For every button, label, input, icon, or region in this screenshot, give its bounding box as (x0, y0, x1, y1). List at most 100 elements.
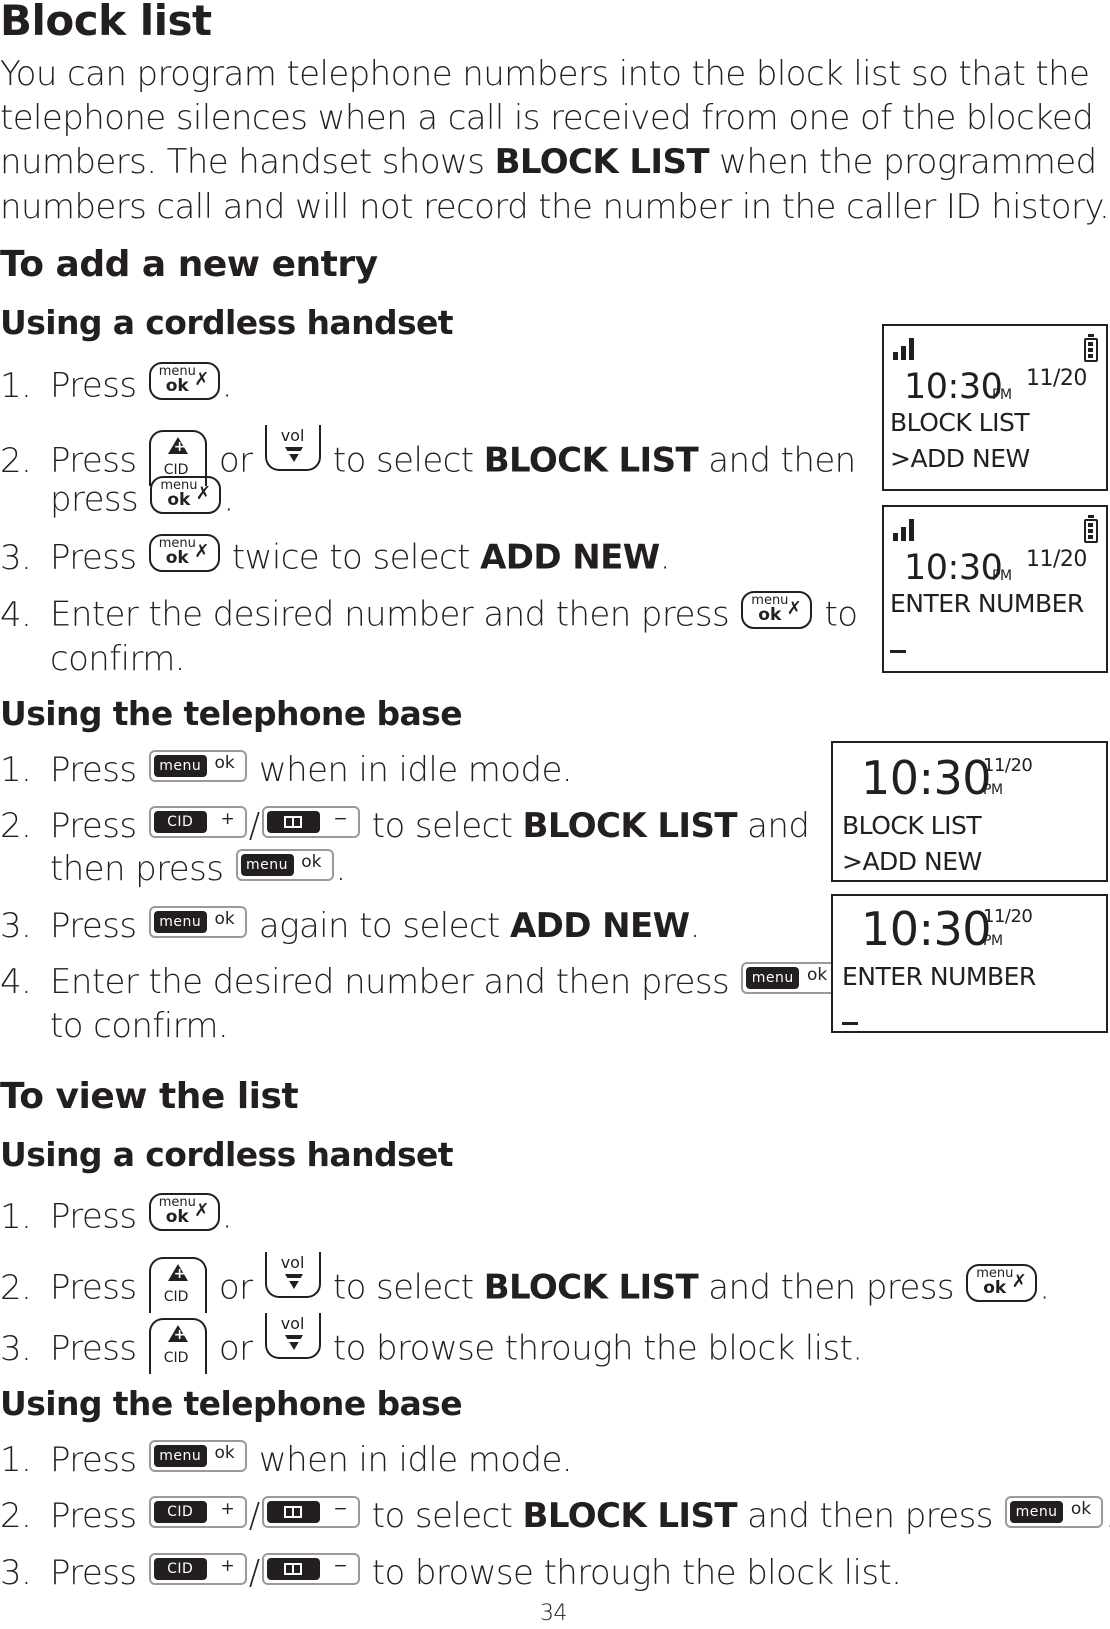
mute-icon: ✗ (194, 1200, 209, 1221)
vol-down-key-icon: vol (264, 425, 321, 471)
key-label: − (333, 1555, 348, 1576)
key-label: ok (301, 851, 322, 872)
add-base-step-4-cont: to confirm. (50, 1006, 229, 1046)
display-line-2: >ADD NEW (890, 444, 1030, 473)
intro-line-3: numbers. The handset shows BLOCK LIST wh… (0, 145, 1097, 179)
base-cid-plus-key-icon: CID + (148, 805, 247, 838)
step-number: 1. (0, 750, 32, 790)
step-text: Press (50, 1496, 147, 1536)
step-text: . (335, 849, 347, 889)
key-label: vol (280, 426, 305, 445)
step-text: or (208, 440, 263, 481)
step-number: 3. (0, 1328, 32, 1369)
step-text: . (221, 1196, 233, 1237)
key-label: ok (214, 1442, 235, 1463)
vol-down-key-icon: vol (264, 1313, 321, 1359)
base-menu-ok-key-icon: menu ok (148, 1439, 247, 1472)
key-label: menu (746, 966, 800, 989)
step-text: Press (50, 1196, 147, 1237)
step-number: 1. (0, 1196, 32, 1237)
step-text: / (248, 1496, 260, 1536)
step-text: or (208, 1328, 263, 1369)
page-title: Block list (0, 0, 212, 45)
key-label: vol (280, 1253, 305, 1272)
add-handset-step-1: 1. Press menu ok ✗. (0, 362, 233, 406)
step-number: 4. (0, 962, 32, 1002)
step-text: Enter the desired number and then press (50, 594, 740, 635)
intro-text: when the programmed (708, 142, 1097, 182)
display-date: 11/20 (1026, 547, 1087, 572)
menu-ok-key-icon: menu ok ✗ (148, 362, 220, 400)
battery-icon (1084, 334, 1098, 362)
step-text: Press (50, 537, 147, 578)
add-base-step-3: 3. Press menu ok again to select ADD NEW. (0, 905, 700, 946)
phonebook-icon (266, 810, 320, 833)
step-text: / (248, 1553, 260, 1593)
input-cursor (842, 1022, 858, 1025)
base-menu-ok-key-icon: menu ok (148, 749, 247, 782)
add-handset-step-4: 4. Enter the desired number and then pres… (0, 591, 858, 635)
step-text: twice to select (221, 537, 481, 578)
step-text: press (50, 479, 149, 520)
step-text: Press (50, 1328, 147, 1369)
step-text: when in idle mode. (248, 750, 573, 790)
step-bold: ADD NEW (509, 906, 690, 946)
add-handset-step-3: 3. Press menu ok ✗ twice to select ADD NEW. (0, 534, 671, 578)
display-line-1: ENTER NUMBER (890, 589, 1084, 618)
view-base-step-1: 1. Press menu ok when in idle mode. (0, 1439, 573, 1480)
step-text: to select (322, 440, 484, 481)
base-display-enter-number: 10:30 11/20 PM ENTER NUMBER (831, 894, 1108, 1033)
view-handset-step-2: 2. Press + CID or vol to select BLOCK LIST… (0, 1252, 1050, 1317)
key-label: menu (153, 1444, 207, 1467)
display-time: 10:30 (861, 751, 992, 805)
add-handset-step-4-cont: confirm. (50, 639, 186, 679)
step-bold: BLOCK LIST (522, 1496, 738, 1536)
display-ampm: PM (992, 568, 1012, 584)
base-menu-ok-key-icon: menu ok (148, 905, 247, 938)
display-date: 11/20 (983, 906, 1033, 927)
step-text: / (248, 806, 260, 846)
add-base-step-2-cont: then press menu ok. (0, 848, 347, 889)
add-base-step-1: 1. Press menu ok when in idle mode. (0, 749, 573, 790)
view-list-heading: To view the list (0, 1076, 299, 1117)
cid-up-key-icon: + CID (148, 1318, 207, 1374)
step-number: 3. (0, 906, 32, 946)
key-label: ok (165, 548, 189, 568)
step-bold: BLOCK LIST (483, 440, 699, 481)
display-ampm: PM (983, 782, 1003, 798)
key-label: CID (153, 1500, 207, 1523)
plus-glyph: + (173, 1327, 186, 1343)
step-text: then press (50, 849, 234, 889)
phonebook-icon (266, 1500, 320, 1523)
step-text: and then press (698, 1267, 965, 1308)
signal-icon (893, 338, 914, 360)
battery-icon (1084, 515, 1098, 543)
mute-icon: ✗ (786, 598, 802, 619)
key-label: − (333, 1498, 348, 1519)
plus-glyph: + (173, 439, 186, 455)
intro-line-1: You can program telephone numbers into t… (0, 54, 1090, 94)
step-text: . (659, 537, 671, 578)
key-label: ok (165, 376, 189, 396)
view-base-heading: Using the telephone base (0, 1384, 463, 1423)
display-line-1: BLOCK LIST (890, 408, 1030, 437)
input-cursor (890, 650, 906, 653)
view-base-step-3: 3. Press CID + / − to browse through the blo… (0, 1552, 902, 1593)
add-base-step-2: 2. Press CID + / − to select BLOCK LIST and (0, 805, 810, 846)
step-text: to select (361, 806, 523, 846)
view-handset-heading: Using a cordless handset (0, 1135, 454, 1174)
display-date: 11/20 (1026, 366, 1087, 391)
page-number: 34 (540, 1601, 567, 1626)
step-text: to (814, 594, 858, 635)
intro-line-2: telephone silences when a call is receiv… (0, 98, 1094, 138)
step-text: Press (50, 1553, 147, 1593)
key-label: ok (214, 908, 235, 929)
step-text: Press (50, 906, 147, 946)
step-number: 1. (0, 1440, 32, 1480)
key-label: CID (153, 1557, 207, 1580)
key-label: menu (153, 910, 207, 933)
base-phonebook-minus-key-icon: − (261, 1495, 360, 1528)
view-base-step-2: 2. Press CID + / − to select BLOCK LIST and … (0, 1495, 1110, 1536)
cid-up-key-icon: + CID (148, 1257, 207, 1313)
step-text: . (1105, 1496, 1110, 1536)
